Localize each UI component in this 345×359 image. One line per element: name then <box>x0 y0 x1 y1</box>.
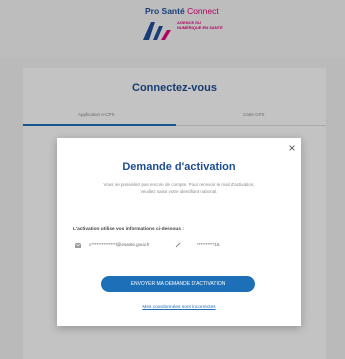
info-label: L'activation utilise vos informations ci… <box>73 227 184 232</box>
close-icon[interactable]: × <box>286 142 298 154</box>
activation-modal: × Demande d'activation Vous ne possédez … <box>57 138 301 326</box>
incorrect-info-link[interactable]: Mes coordonnées sont incorrectes <box>57 305 301 310</box>
email-value: c**************l@esante.gouv.fr <box>89 242 150 247</box>
modal-title: Demande d'activation <box>122 161 236 173</box>
send-activation-button[interactable]: ENVOYER MA DEMANDE D'ACTIVATION <box>101 276 255 292</box>
mail-icon <box>75 243 81 248</box>
phone-value: **********16 <box>197 242 220 247</box>
edit-icon <box>175 242 181 248</box>
contact-info-row: c**************l@esante.gouv.fr ********… <box>75 242 295 252</box>
modal-description: Vous ne possédez pas encore de compte. P… <box>103 182 255 194</box>
